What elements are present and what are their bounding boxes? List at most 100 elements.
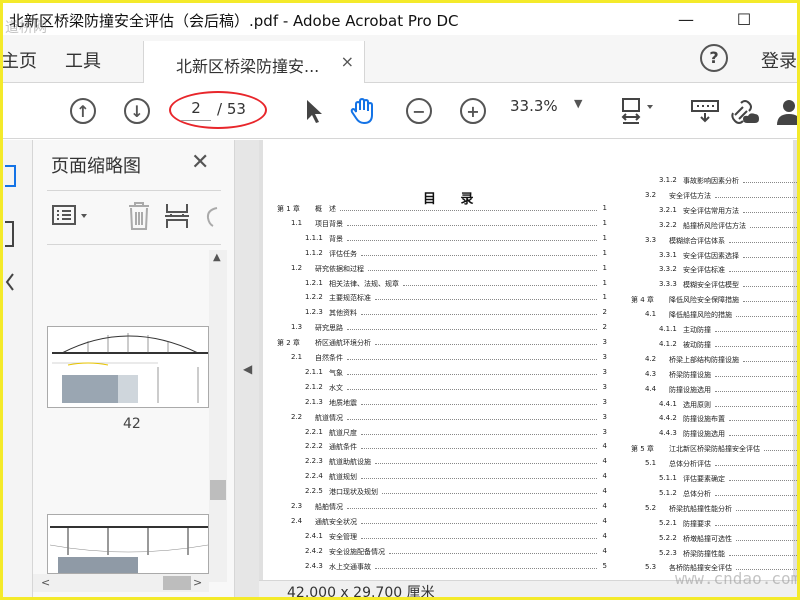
toc-entry[interactable]: 2.4 通航安全状况 4 xyxy=(277,517,607,530)
toc-entry[interactable]: 2.2.4 航道规划 4 xyxy=(277,472,607,485)
rotate-icon[interactable] xyxy=(203,204,223,230)
toc-entry[interactable]: 1.3 研究思路 2 xyxy=(277,323,607,336)
toc-entry[interactable]: 3.3 模糊综合评估体系 xyxy=(631,236,797,249)
maximize-button[interactable]: ☐ xyxy=(721,3,767,35)
login-button[interactable]: 登录 xyxy=(761,47,797,73)
toc-entry[interactable]: 2.4.2 安全设施配备情况 4 xyxy=(277,547,607,560)
select-tool-button[interactable] xyxy=(297,95,329,127)
menu-tools[interactable]: 工具 xyxy=(65,47,101,73)
toc-entry[interactable]: 2.1 自然条件 3 xyxy=(277,353,607,366)
zoom-level-select[interactable]: 33.3% ▼ xyxy=(510,97,590,123)
share-link-button[interactable] xyxy=(729,95,761,127)
toc-entry[interactable]: 1.2.1 相关法律、法规、规章 1 xyxy=(277,279,607,292)
scrollbar-thumb[interactable] xyxy=(210,480,226,500)
toc-entry[interactable]: 4.1 降低船撞风险的措施 xyxy=(631,310,797,323)
toc-entry[interactable]: 4.1.1 主动防撞 xyxy=(631,325,797,338)
toc-entry[interactable]: 4.1.2 被动防撞 xyxy=(631,340,797,353)
previous-page-button[interactable]: ↑ xyxy=(67,95,99,127)
toc-entry-page: 2 xyxy=(602,308,607,317)
toc-entry[interactable]: 4.4.2 防撞设施布置 xyxy=(631,414,797,427)
toc-entry[interactable]: 2.1.1 气象 3 xyxy=(277,368,607,381)
toc-entry[interactable]: 5.2.2 桥墩船撞可选性 xyxy=(631,534,797,547)
trash-icon[interactable] xyxy=(125,200,153,232)
scroll-right-icon[interactable]: > xyxy=(193,576,202,589)
toc-entry[interactable]: 3.3.1 安全评估因素选择 xyxy=(631,251,797,264)
toc-entry[interactable]: 2.2.5 港口现状及规划 4 xyxy=(277,487,607,500)
toc-entry[interactable]: 2.2.1 航道尺度 3 xyxy=(277,428,607,441)
document-viewport[interactable]: 目 录 第 1 章概 述 1 1.1 项目背景 1 1.1.1 背景 1 1.1.2 评估任务 1 1… xyxy=(259,140,797,580)
page-thumbnail[interactable] xyxy=(47,326,209,408)
toc-entry[interactable]: 5.1.1 评估要素确定 xyxy=(631,474,797,487)
toc-entry[interactable]: 3.2.2 船撞桥风险评估方法 xyxy=(631,221,797,234)
toc-entry[interactable]: 3.2 安全评估方法 xyxy=(631,191,797,204)
toc-entry[interactable]: 2.4.1 安全管理 4 xyxy=(277,532,607,545)
toc-entry[interactable]: 5.1.2 总体分析 xyxy=(631,489,797,502)
keyboard-button[interactable] xyxy=(689,95,721,127)
toc-entry[interactable]: 4.4.3 防撞设施选用 xyxy=(631,429,797,442)
page-display-button[interactable] xyxy=(617,95,653,127)
options-menu-icon[interactable] xyxy=(51,202,95,230)
close-tab-icon[interactable]: × xyxy=(341,52,354,71)
close-panel-icon[interactable]: ✕ xyxy=(191,150,209,175)
collapse-panel-handle[interactable]: ◀ xyxy=(235,140,259,597)
toc-entry[interactable]: 1.1.2 评估任务 1 xyxy=(277,249,607,262)
toc-leader-dots xyxy=(715,494,797,496)
toc-entry-number: 2.1.2 xyxy=(305,382,323,391)
toc-entry[interactable]: 第 4 章 降低风险安全保障措施 xyxy=(631,295,797,308)
toc-entry[interactable]: 2.3 船舶情况 4 xyxy=(277,502,607,515)
toc-entry[interactable]: 4.4.1 选用原则 xyxy=(631,400,797,413)
help-icon[interactable]: ? xyxy=(700,44,728,72)
document-tab[interactable]: 北新区桥梁防撞安... × xyxy=(143,41,365,84)
toc-entry[interactable]: 4.2 桥梁上部结构防撞设施 xyxy=(631,355,797,368)
toc-entry[interactable]: 第 2 章 桥区通航环境分析 3 xyxy=(277,338,607,351)
toc-entry-text: 安全设施配备情况 xyxy=(329,547,385,556)
toc-entry[interactable]: 2.2.2 通航条件 4 xyxy=(277,442,607,455)
toc-entry[interactable]: 1.2.2 主要规范标准 1 xyxy=(277,293,607,306)
toc-entry[interactable]: 3.3.2 安全评估标准 xyxy=(631,265,797,278)
page-number-input[interactable]: 2 xyxy=(181,99,211,121)
page-thumbnail[interactable] xyxy=(47,514,209,574)
attachment-nav-icon[interactable] xyxy=(5,270,19,298)
toc-entry[interactable]: 2.2 航道情况 3 xyxy=(277,413,607,426)
menu-home[interactable]: 主页 xyxy=(3,47,37,73)
toc-entry[interactable]: 5.2 桥梁抗船撞性能分析 xyxy=(631,504,797,517)
toc-entry[interactable]: 4.4 防撞设施选用 xyxy=(631,385,797,398)
document-tab-label: 北新区桥梁防撞安... xyxy=(176,57,320,76)
next-page-button[interactable]: ↓ xyxy=(121,95,153,127)
toc-leader-dots xyxy=(368,269,597,271)
toc-entry[interactable]: 第 1 章 概 述 1 xyxy=(277,204,607,217)
toc-entry[interactable]: 5.2.3 桥梁防撞性能 xyxy=(631,549,797,562)
toc-entry[interactable]: 2.2.3 航道助航设施 4 xyxy=(277,457,607,470)
hand-tool-button[interactable] xyxy=(347,95,379,127)
hscrollbar-thumb[interactable] xyxy=(163,576,191,590)
scroll-left-icon[interactable]: < xyxy=(41,576,50,589)
toc-entry-text: 航道规划 xyxy=(329,473,357,482)
thumbnail-scrollbar[interactable]: ▲ xyxy=(209,250,227,582)
toc-entry[interactable]: 1.2 研究依据和过程 1 xyxy=(277,264,607,277)
account-button[interactable] xyxy=(773,95,797,127)
zoom-out-button[interactable]: − xyxy=(403,95,435,127)
zoom-in-button[interactable]: + xyxy=(457,95,489,127)
toc-entry[interactable]: 1.2.3 其他资料 2 xyxy=(277,308,607,321)
toc-entry[interactable]: 2.4.3 水上交通事故 5 xyxy=(277,562,607,575)
minimize-button[interactable]: — xyxy=(663,3,709,35)
toc-leader-dots xyxy=(361,478,597,480)
toc-entry[interactable]: 5.1 总体分析评估 xyxy=(631,459,797,472)
toc-entry[interactable]: 2.1.2 水文 3 xyxy=(277,383,607,396)
insert-pages-icon[interactable] xyxy=(163,200,191,232)
toc-entry[interactable]: 3.3.3 模糊安全评估模型 xyxy=(631,280,797,293)
toc-entry[interactable]: 5.2.1 防撞要求 xyxy=(631,519,797,532)
thumbnail-hscrollbar[interactable]: < > xyxy=(33,574,209,592)
toc-entry[interactable]: 1.1 项目背景 1 xyxy=(277,219,607,232)
thumbnails-nav-icon[interactable] xyxy=(5,164,19,188)
toc-entry[interactable]: 3.1.2 事故影响因素分析 xyxy=(631,176,797,189)
toc-entry[interactable]: 4.3 桥梁防撞设施 xyxy=(631,370,797,383)
bookmark-nav-icon[interactable] xyxy=(5,220,19,248)
toc-entry[interactable]: 2.1.3 地质地震 3 xyxy=(277,398,607,411)
toc-entry[interactable]: 1.1.1 背景 1 xyxy=(277,234,607,247)
toc-entry-text: 船舶情况 xyxy=(315,503,343,511)
toc-entry[interactable]: 3.2.1 安全评估常用方法 xyxy=(631,206,797,219)
scroll-up-icon[interactable]: ▲ xyxy=(213,252,221,263)
toc-entry[interactable]: 第 5 章 江北新区桥梁防船撞安全评估 xyxy=(631,444,797,457)
toc-leader-dots xyxy=(715,375,797,377)
